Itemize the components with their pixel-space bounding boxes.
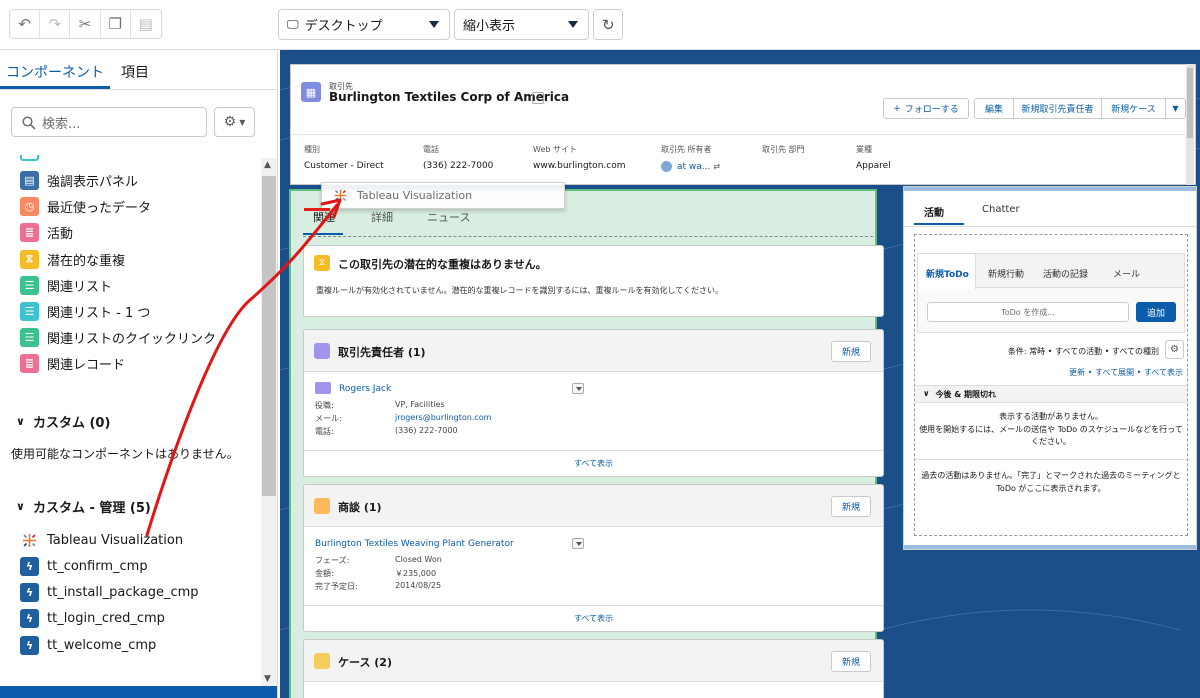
annotation-arrow bbox=[145, 198, 342, 537]
